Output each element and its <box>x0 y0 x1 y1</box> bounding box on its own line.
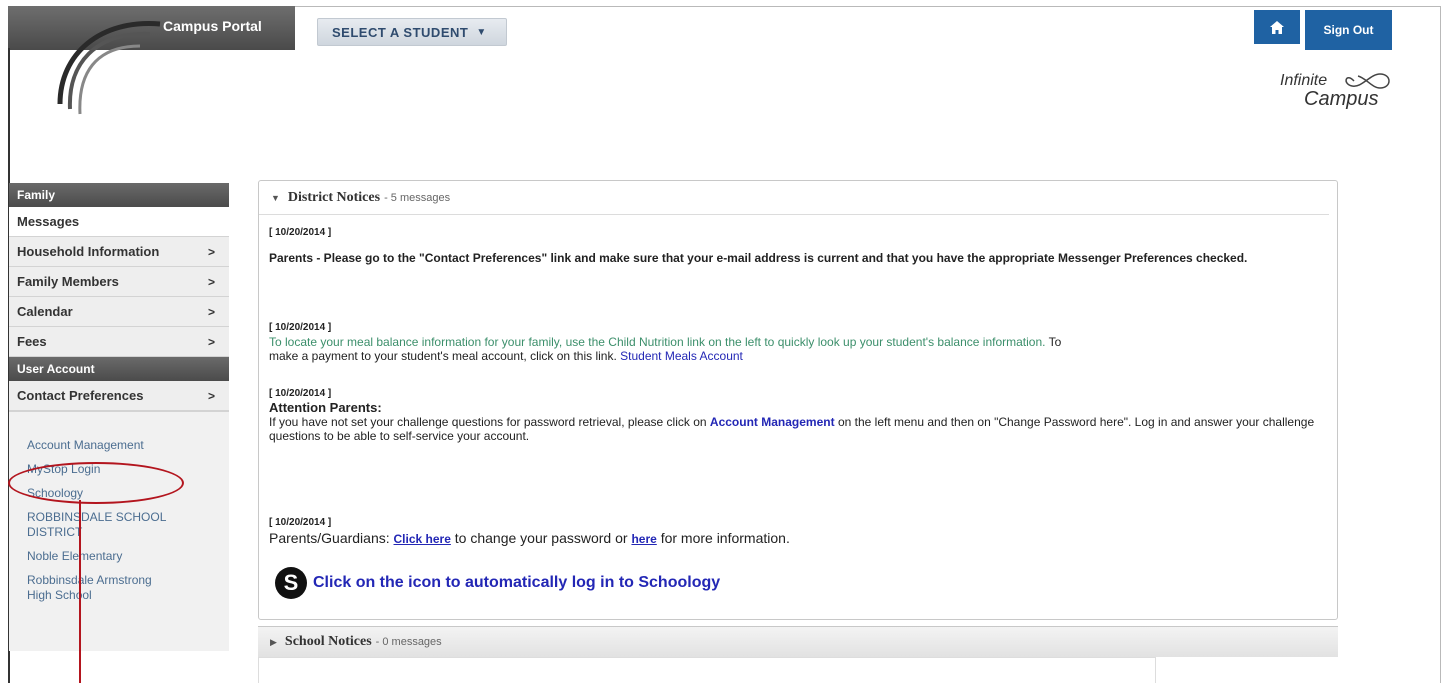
infinite-campus-logo: Infinite Campus <box>1280 70 1400 120</box>
sidebar-section-family: Family <box>9 183 229 207</box>
school-notices-header[interactable]: ▶ School Notices - 0 messages <box>258 627 1338 657</box>
click-here-link[interactable]: Click here <box>394 532 451 546</box>
school-notices-panel: ▶ School Notices - 0 messages <box>258 626 1338 683</box>
message-text-green: To locate your meal balance information … <box>269 335 1046 349</box>
student-meals-account-link[interactable]: Student Meals Account <box>620 349 743 363</box>
account-management-link[interactable]: Account Management <box>710 415 835 429</box>
message-date: [ 10/20/2014 ] <box>269 227 332 238</box>
schoology-login-text[interactable]: Click on the icon to automatically log i… <box>313 574 720 592</box>
home-button[interactable] <box>1254 10 1300 44</box>
home-icon <box>1270 20 1284 34</box>
sidebar: Family Messages Household Information > … <box>9 183 229 651</box>
sidebar-item-label: Messages <box>17 214 80 229</box>
sidebar-item-label: Contact Preferences <box>17 388 144 403</box>
message-count: - 5 messages <box>384 191 451 204</box>
link-account-management[interactable]: Account Management <box>9 438 229 453</box>
schoology-icon[interactable]: S <box>275 567 307 599</box>
link-robbinsdale-school-district[interactable]: ROBBINSDALE SCHOOL DISTRICT <box>9 510 199 540</box>
message-1: [ 10/20/2014 ] <box>269 224 331 238</box>
sidebar-item-calendar[interactable]: Calendar > <box>9 297 229 327</box>
select-student-label: SELECT A STUDENT <box>332 24 469 40</box>
chevron-right-icon: > <box>207 274 215 289</box>
here-link[interactable]: here <box>631 532 656 546</box>
message-text: make a payment to your student's meal ac… <box>269 349 617 363</box>
sidebar-item-messages[interactable]: Messages <box>9 207 229 237</box>
message-5: [ 10/20/2014 ] Parents/Guardians: Click … <box>269 517 1319 546</box>
message-4: [ 10/20/2014 ] Attention Parents: If you… <box>269 387 1319 443</box>
message-date: [ 10/20/2014 ] <box>269 322 332 333</box>
sidebar-section-user-account: User Account <box>9 357 229 381</box>
sidebar-item-label: Family Members <box>17 274 119 289</box>
chevron-right-icon: > <box>207 334 215 349</box>
chevron-down-icon: ▼ <box>476 26 487 38</box>
panel-title: School Notices <box>284 634 372 649</box>
message-3: [ 10/20/2014 ] To locate your meal balan… <box>269 321 1319 363</box>
expand-triangle-icon: ▶ <box>270 636 277 647</box>
message-text: Parents/Guardians: <box>269 530 390 546</box>
sidebar-item-family-members[interactable]: Family Members > <box>9 267 229 297</box>
message-2: Parents - Please go to the "Contact Pref… <box>269 251 1319 265</box>
portal-title: Campus Portal <box>163 18 262 34</box>
annotation-ellipse <box>8 462 184 504</box>
message-body: Parents/Guardians: Click here to change … <box>269 530 1319 546</box>
schoology-login[interactable]: S Click on the icon to automatically log… <box>275 567 720 599</box>
message-text: If you have not set your challenge quest… <box>269 415 707 429</box>
message-date: [ 10/20/2014 ] <box>269 388 332 399</box>
district-notices-header[interactable]: ▼ District Notices - 5 messages <box>259 181 1329 215</box>
chevron-right-icon: > <box>207 244 215 259</box>
panel-title: District Notices <box>287 189 381 205</box>
sign-out-button[interactable]: Sign Out <box>1305 10 1392 50</box>
message-body: If you have not set your challenge quest… <box>269 415 1319 443</box>
sidebar-item-contact-preferences[interactable]: Contact Preferences > <box>9 381 229 411</box>
logo-text-campus: Campus <box>1304 88 1379 110</box>
collapse-triangle-icon: ▼ <box>271 192 280 203</box>
message-heading: Attention Parents: <box>269 400 382 415</box>
sidebar-item-label: Fees <box>17 334 47 349</box>
link-robbinsdale-armstrong[interactable]: Robbinsdale Armstrong High School <box>9 573 189 603</box>
message-date: [ 10/20/2014 ] <box>269 517 332 528</box>
school-notices-body <box>258 657 1156 683</box>
sidebar-links: Account Management MyStop Login Schoolog… <box>9 411 229 651</box>
sidebar-item-household-information[interactable]: Household Information > <box>9 237 229 267</box>
message-count: - 0 messages <box>375 636 442 648</box>
sidebar-item-label: Household Information <box>17 244 160 259</box>
campus-arc-logo <box>57 21 161 115</box>
message-text: to change your password or <box>454 530 628 546</box>
chevron-right-icon: > <box>207 388 215 403</box>
message-text: for more information. <box>660 530 790 546</box>
annotation-line <box>79 500 81 683</box>
message-text: Parents - Please go to the "Contact Pref… <box>269 251 1248 265</box>
sidebar-item-label: Calendar <box>17 304 73 319</box>
message-body: To locate your meal balance information … <box>269 335 1319 363</box>
link-noble-elementary[interactable]: Noble Elementary <box>9 549 229 564</box>
select-student-dropdown[interactable]: SELECT A STUDENT ▼ <box>317 18 507 46</box>
sidebar-item-fees[interactable]: Fees > <box>9 327 229 357</box>
district-notices-panel: ▼ District Notices - 5 messages [ 10/20/… <box>258 180 1338 620</box>
chevron-right-icon: > <box>207 304 215 319</box>
message-text: To <box>1045 335 1062 349</box>
